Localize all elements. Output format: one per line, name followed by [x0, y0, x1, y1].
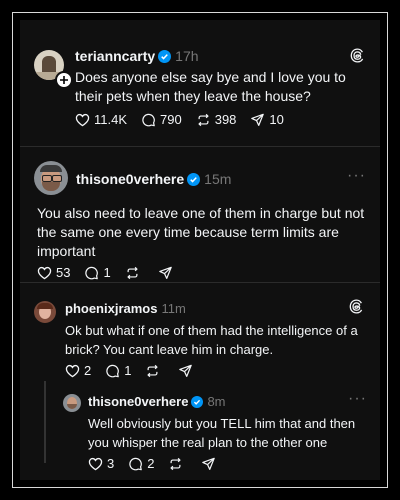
share-count: 10	[269, 112, 284, 127]
heart-icon	[37, 266, 52, 279]
repost-button[interactable]	[125, 266, 144, 280]
repost-count: 398	[214, 112, 237, 127]
reply-button[interactable]: 1	[105, 363, 131, 378]
share-button[interactable]	[201, 457, 220, 471]
post-text: Does anyone else say bye and I love you …	[75, 69, 346, 104]
post-header: phoenixjramos 11m	[65, 301, 186, 316]
reply-count: 1	[124, 363, 132, 378]
post-actions: 2 1	[65, 363, 211, 378]
post-text: Ok but what if one of them had the intel…	[65, 323, 358, 357]
comment-icon	[106, 364, 120, 377]
post-thisone0verhere: thisone0verhere 15m ··· You also need to …	[20, 147, 380, 282]
comment-icon	[129, 457, 143, 470]
repost-button[interactable]	[145, 364, 164, 378]
post-actions: 11.4K 790 398 10	[75, 112, 298, 127]
repost-icon	[197, 113, 209, 126]
like-button[interactable]: 2	[65, 363, 91, 378]
avatar[interactable]	[63, 394, 81, 412]
repost-button[interactable]	[168, 457, 187, 471]
comment-icon	[85, 266, 99, 279]
repost-icon	[147, 364, 159, 377]
username[interactable]: thisone0verhere	[88, 394, 188, 409]
like-count: 11.4K	[94, 112, 128, 127]
share-button[interactable]	[158, 266, 177, 280]
share-icon	[179, 364, 193, 377]
share-button[interactable]	[178, 364, 197, 378]
heart-icon	[65, 364, 80, 377]
post-time: 11m	[161, 301, 186, 316]
comment-icon	[142, 113, 155, 126]
post-header: terianncarty 17h	[75, 48, 199, 66]
verified-icon	[158, 50, 172, 66]
share-icon	[202, 457, 216, 470]
reply-count: 790	[160, 112, 182, 127]
avatar[interactable]	[34, 301, 56, 323]
reply-button[interactable]: 2	[128, 456, 154, 471]
like-count: 53	[56, 265, 71, 280]
follow-plus-icon[interactable]	[55, 71, 73, 89]
repost-icon	[170, 457, 182, 470]
threads-panel: terianncarty 17h Does anyone else say bye…	[20, 20, 380, 480]
post-time: 15m	[204, 171, 232, 187]
like-count: 2	[84, 363, 92, 378]
repost-icon	[126, 266, 138, 279]
like-count: 3	[107, 456, 115, 471]
like-button[interactable]: 11.4K	[75, 112, 127, 127]
verified-icon	[187, 173, 201, 189]
repost-button[interactable]: 398	[196, 112, 237, 127]
reply-button[interactable]: 790	[141, 112, 182, 127]
post-text: Well obviously but you TELL him that and…	[88, 416, 356, 450]
share-button[interactable]: 10	[250, 112, 284, 127]
heart-icon	[88, 457, 103, 470]
like-button[interactable]: 3	[88, 456, 114, 471]
like-button[interactable]: 53	[37, 265, 70, 280]
reply-count: 1	[103, 265, 111, 280]
more-icon[interactable]: ···	[347, 167, 366, 185]
threads-logo-icon	[350, 48, 365, 68]
post-header: thisone0verhere 8m	[88, 394, 226, 411]
thread-line	[44, 381, 46, 463]
post-actions: 3 2	[88, 456, 234, 471]
verified-icon	[191, 396, 204, 411]
share-icon	[158, 266, 172, 279]
post-phoenixjramos: phoenixjramos 11m Ok but what if one of t…	[20, 283, 380, 480]
post-time: 17h	[175, 48, 199, 64]
username[interactable]: thisone0verhere	[76, 171, 184, 187]
avatar[interactable]	[34, 161, 68, 195]
post-terianncarty: terianncarty 17h Does anyone else say bye…	[20, 20, 380, 136]
reply-button[interactable]: 1	[84, 265, 111, 280]
threads-logo-icon	[349, 299, 364, 319]
share-icon	[251, 113, 265, 126]
more-icon[interactable]: ···	[348, 390, 367, 408]
username[interactable]: phoenixjramos	[65, 301, 157, 316]
post-text: You also need to leave one of them in ch…	[37, 205, 365, 259]
post-actions: 53 1	[37, 265, 191, 280]
heart-icon	[75, 113, 90, 126]
username[interactable]: terianncarty	[75, 48, 155, 64]
post-header: thisone0verhere 15m	[76, 171, 231, 189]
post-time: 8m	[207, 394, 226, 409]
reply-count: 2	[147, 456, 155, 471]
